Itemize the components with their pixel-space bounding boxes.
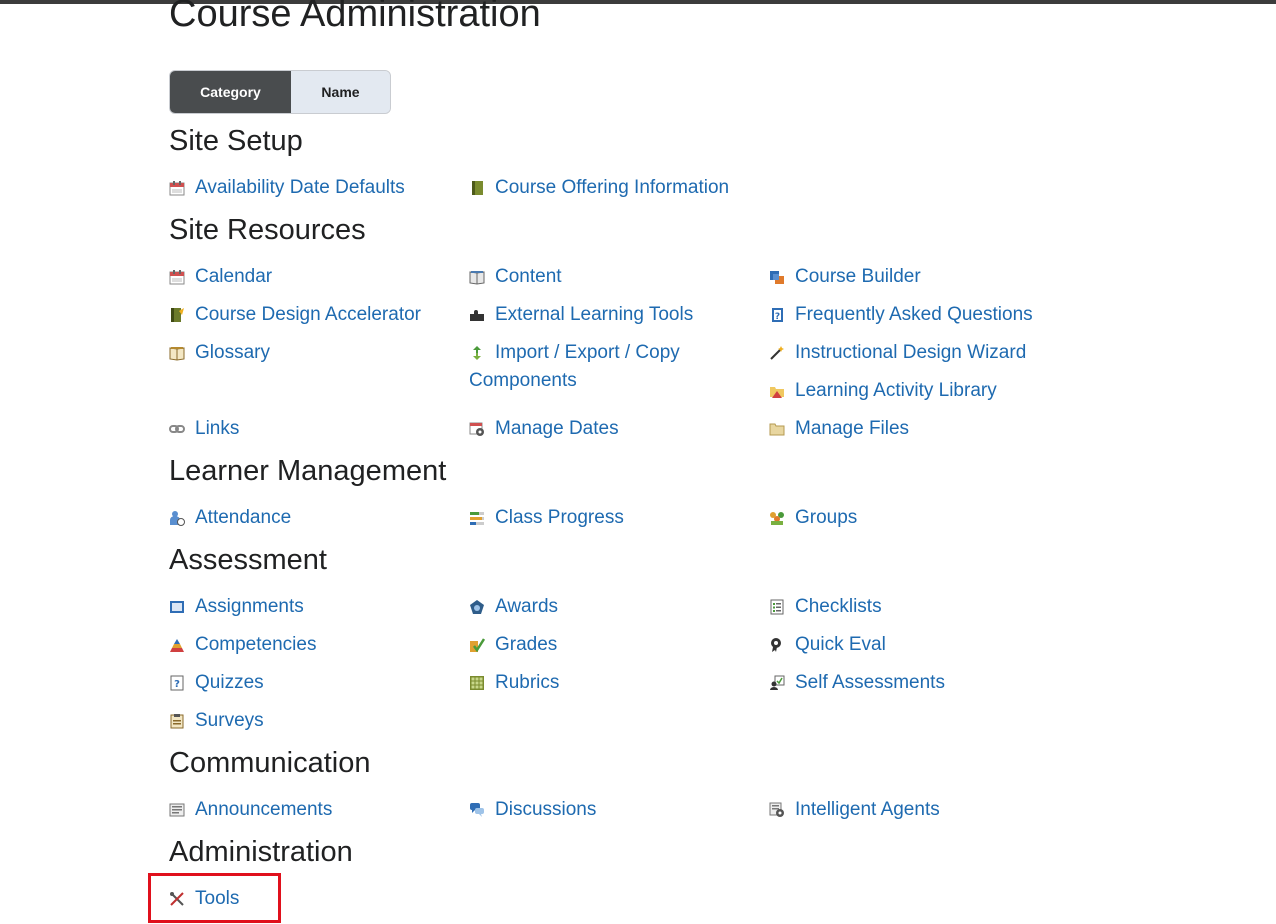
svg-text:?: ? [174,679,180,690]
category-view-button[interactable]: Category [170,71,291,113]
attendance-icon [170,511,185,526]
section-heading-communication: Communication [169,747,371,779]
design-accelerator-icon [171,308,184,322]
progress-icon [470,512,484,525]
link-label: Import / Export / Copy [495,342,680,363]
faq-icon: ? [772,308,783,322]
book-icon [472,181,483,195]
assignments-icon [170,601,184,613]
svg-text:?: ? [775,312,780,322]
link-label-line-2: Components [469,370,577,391]
folder-icon [769,423,785,436]
agent-icon [769,802,784,817]
link-label: Announcements [195,799,333,820]
section-heading-assessment: Assessment [169,544,327,576]
activity-library-icon [770,387,784,398]
page-title: Course Administration [169,0,541,35]
link-label: Availability Date Defaults [195,177,405,198]
link-label: Quick Eval [795,634,886,655]
link-label: Awards [495,596,559,617]
quiz-icon: ? [170,675,184,691]
glossary-icon [169,347,185,361]
quick-eval-icon [771,638,781,652]
chain-link-icon [169,425,185,433]
link-label: Assignments [195,596,304,617]
course-builder-icon [770,271,784,284]
link-label: Rubrics [495,672,560,693]
link-label: Class Progress [495,507,624,528]
link-label: Course Builder [795,266,921,287]
rubric-icon [470,676,484,690]
link-label: Checklists [795,596,882,617]
section-heading-site-setup: Site Setup [169,125,303,157]
award-icon [470,600,484,614]
link-label: External Learning Tools [495,304,694,325]
self-assessment-icon [770,675,785,690]
chat-bubbles-icon [470,803,484,817]
checklist-icon [770,599,784,615]
import-export-icon [473,346,481,360]
open-book-icon [469,271,485,285]
link-label: Links [195,418,240,439]
competencies-icon [170,639,184,652]
clipboard-icon [170,714,184,729]
link-label: Frequently Asked Questions [795,304,1033,325]
link-label: Glossary [195,342,270,363]
link-label: Surveys [195,710,264,731]
highlight-box [148,873,281,923]
link-label: Grades [495,634,558,655]
calendar-icon [169,270,185,285]
link-label: Attendance [195,507,292,528]
link-label: Learning Activity Library [795,380,997,401]
view-toggle: Category Name [169,70,391,114]
announcement-icon [169,803,185,817]
link-label: Course Design Accelerator [195,304,421,325]
link-label: Intelligent Agents [795,799,940,820]
grades-icon [470,638,485,653]
link-label: Groups [795,507,858,528]
link-label: Calendar [195,266,273,287]
link-label: Discussions [495,799,597,820]
section-heading-learner-management: Learner Management [169,455,447,487]
link-label: Manage Dates [495,418,619,439]
wand-icon [770,346,784,360]
puzzle-icon [470,310,484,321]
link-label: Content [495,266,562,287]
link-label: Quizzes [195,672,264,693]
link-label: Instructional Design Wizard [795,342,1027,363]
section-heading-administration: Administration [169,836,353,868]
calendar-gear-icon [469,422,484,436]
link-label: Competencies [195,634,317,655]
groups-icon [770,512,784,525]
link-label: Self Assessments [795,672,945,693]
name-view-button[interactable]: Name [291,71,390,113]
link-label: Course Offering Information [495,177,730,198]
calendar-icon [169,181,185,196]
section-heading-site-resources: Site Resources [169,214,366,246]
link-label: Manage Files [795,418,910,439]
